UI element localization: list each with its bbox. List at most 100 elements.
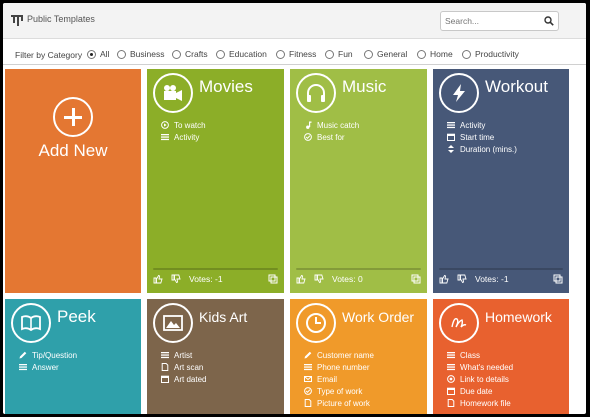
template-tile-kids-art[interactable]: Kids Art Artist Art scan Art dated [147, 299, 284, 414]
filter-option-home[interactable]: Home [417, 47, 453, 61]
filter-option-crafts[interactable]: Crafts [172, 47, 208, 61]
field-row: Homework file [447, 397, 513, 409]
field-row: Picture of work [304, 397, 374, 409]
field-row: Email [304, 373, 374, 385]
template-tile-homework[interactable]: Homework Class What's needed Link to det… [433, 299, 569, 414]
field-row: Music catch [304, 119, 359, 131]
pencil-icon [304, 351, 312, 359]
radio-icon[interactable] [325, 49, 334, 59]
field-row: Activity [447, 119, 517, 131]
field-row: Activity [161, 131, 206, 143]
votes-count: Votes: 0 [332, 274, 363, 284]
note-icon [439, 303, 479, 343]
radio-selected-icon[interactable] [87, 49, 96, 59]
radio-icon[interactable] [462, 49, 471, 59]
picture-icon [153, 303, 193, 343]
field-row: Link to details [447, 373, 513, 385]
pencil-icon [19, 351, 27, 359]
sort-icon [448, 145, 454, 153]
search-input[interactable] [445, 14, 537, 28]
radio-icon[interactable] [216, 49, 225, 59]
thumbs-up-icon[interactable] [439, 274, 449, 284]
field-row: Best for [304, 131, 359, 143]
field-row: Art scan [161, 361, 206, 373]
thumbs-down-icon[interactable] [457, 274, 467, 284]
field-row: What's needed [447, 361, 513, 373]
copy-icon[interactable] [553, 274, 563, 284]
lightning-icon [439, 73, 479, 113]
list-icon [304, 364, 312, 371]
list-icon [447, 122, 455, 129]
check-circle-icon [304, 387, 312, 395]
calendar-icon [447, 387, 455, 395]
field-row: Customer name [304, 349, 374, 361]
field-row: Artist [161, 349, 206, 361]
filter-option-all[interactable]: All [87, 47, 109, 61]
template-tile-music[interactable]: Music Music catch Best for Votes: 0 [290, 69, 427, 293]
calendar-icon [447, 133, 455, 141]
radio-icon[interactable] [117, 49, 126, 59]
search-icon[interactable] [544, 16, 554, 26]
tile-footer: Votes: -1 [439, 268, 563, 287]
field-row: Answer [19, 361, 77, 373]
category-filter-bar: Filter by Category All Business Crafts E… [3, 41, 586, 65]
headphones-icon [296, 73, 336, 113]
app-window: Public Templates Filter by Category All … [3, 3, 586, 414]
filter-option-productivity[interactable]: Productivity [462, 47, 519, 61]
list-icon [161, 352, 169, 359]
envelope-icon [304, 376, 312, 382]
open-book-icon [11, 303, 51, 343]
tile-footer: Votes: 0 [296, 268, 421, 287]
radio-icon[interactable] [417, 49, 426, 59]
document-icon [447, 399, 455, 407]
field-row: Tip/Question [19, 349, 77, 361]
field-row: Duration (mins.) [447, 143, 517, 155]
list-icon [447, 364, 455, 371]
radio-icon[interactable] [276, 49, 285, 59]
clock-icon [296, 303, 336, 343]
search-box[interactable] [440, 11, 559, 31]
votes-count: Votes: -1 [475, 274, 509, 284]
check-circle-icon [304, 133, 312, 141]
thumbs-up-icon[interactable] [153, 274, 163, 284]
tile-title: Movies [199, 77, 253, 96]
tile-title: Work Order [342, 309, 415, 325]
thumbs-down-icon[interactable] [314, 274, 324, 284]
field-row: Phone number [304, 361, 374, 373]
music-note-icon [306, 121, 312, 129]
document-icon [161, 363, 169, 371]
copy-icon[interactable] [268, 274, 278, 284]
tile-footer: Votes: -1 [153, 268, 278, 287]
filter-option-fitness[interactable]: Fitness [276, 47, 316, 61]
template-tile-movies[interactable]: Movies To watch Activity Votes: -1 [147, 69, 284, 293]
plus-icon [53, 97, 93, 137]
thumbs-down-icon[interactable] [171, 274, 181, 284]
tile-title: Music [342, 77, 387, 96]
votes-count: Votes: -1 [189, 274, 223, 284]
tile-title: Workout [485, 77, 548, 96]
filter-option-education[interactable]: Education [216, 47, 267, 61]
field-row: Type of work [304, 385, 374, 397]
filter-option-business[interactable]: Business [117, 47, 165, 61]
add-new-tile[interactable]: Add New [5, 69, 141, 293]
field-row: Start time [447, 131, 517, 143]
template-tile-peek[interactable]: Peek Tip/Question Answer [5, 299, 141, 414]
app-logo-icon [11, 15, 23, 26]
list-icon [19, 364, 27, 371]
tile-title: Peek [57, 307, 96, 326]
filter-option-general[interactable]: General [364, 47, 407, 61]
play-circle-icon [161, 121, 169, 129]
template-tile-workout[interactable]: Workout Activity Start time Duration (mi… [433, 69, 569, 293]
field-row: To watch [161, 119, 206, 131]
field-row: Due date [447, 385, 513, 397]
link-icon [447, 375, 455, 383]
field-row: Class [447, 349, 513, 361]
template-tile-work-order[interactable]: Work Order Customer name Phone number Em… [290, 299, 427, 414]
radio-icon[interactable] [364, 49, 373, 59]
copy-icon[interactable] [411, 274, 421, 284]
filter-option-fun[interactable]: Fun [325, 47, 353, 61]
thumbs-up-icon[interactable] [296, 274, 306, 284]
tile-title: Kids Art [199, 309, 248, 325]
list-icon [161, 134, 169, 141]
radio-icon[interactable] [172, 49, 181, 59]
